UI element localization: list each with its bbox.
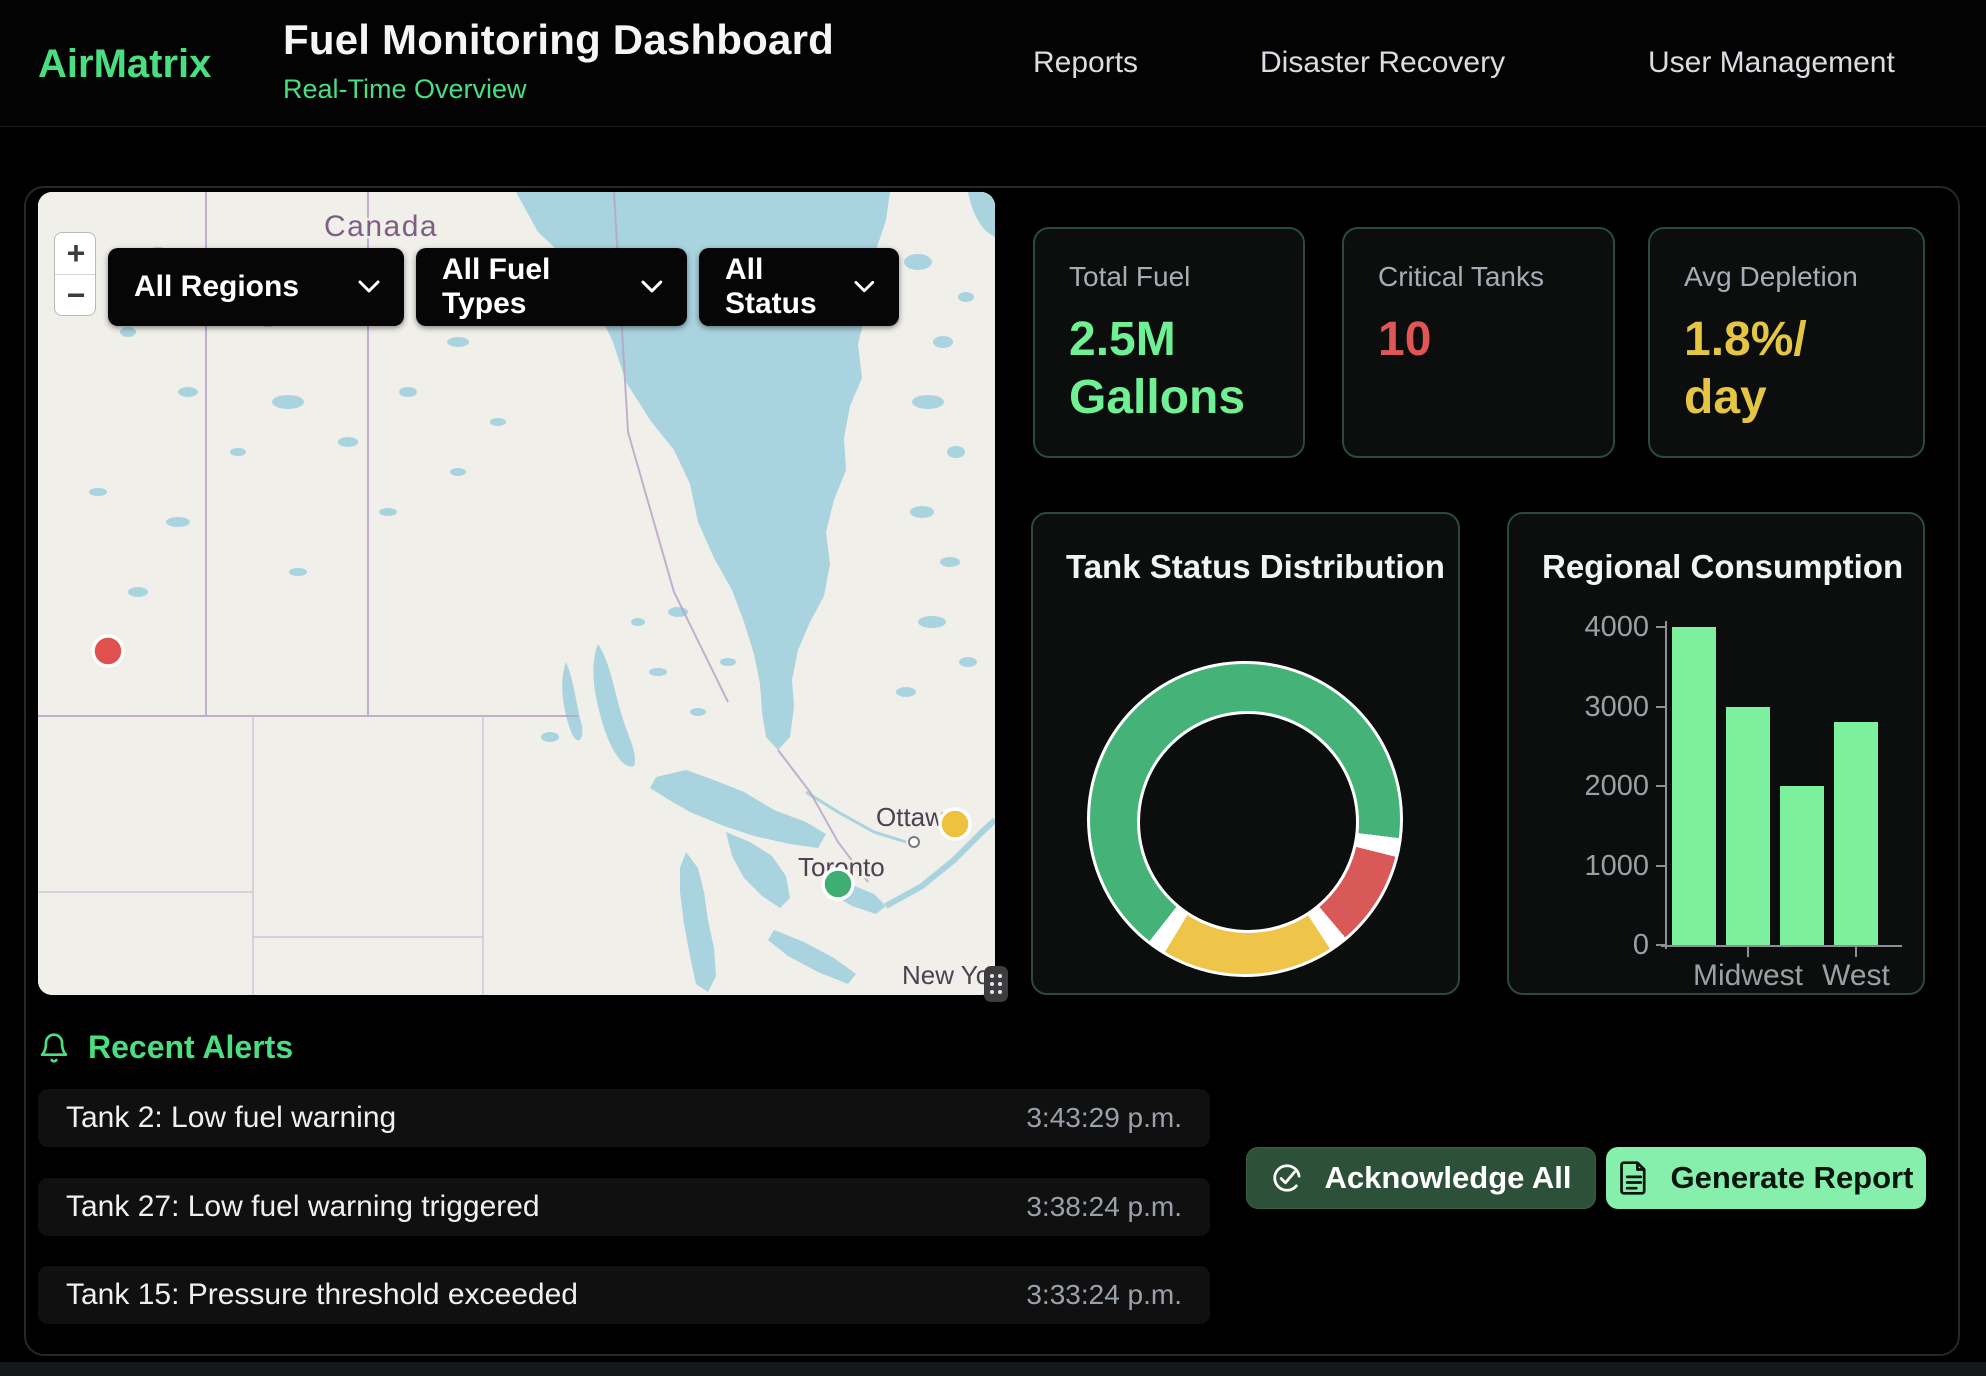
tank-marker-normal[interactable] <box>823 869 853 899</box>
kpi-avg-depletion: Avg Depletion 1.8%/day <box>1648 227 1925 458</box>
tank-marker-warning[interactable] <box>940 809 970 839</box>
tank-status-chart-card: Tank Status Distribution <box>1031 512 1460 995</box>
generate-report-label: Generate Report <box>1671 1160 1914 1196</box>
acknowledge-all-label: Acknowledge All <box>1325 1160 1572 1196</box>
kpi-value: 2.5MGallons <box>1069 311 1269 427</box>
fuel-type-filter-value: All Fuel Types <box>442 253 641 321</box>
alert-text: Tank 15: Pressure threshold exceeded <box>66 1278 578 1312</box>
alert-list-item[interactable]: Tank 15: Pressure threshold exceeded 3:3… <box>38 1266 1210 1324</box>
nav-disaster-recovery[interactable]: Disaster Recovery <box>1260 46 1505 80</box>
bar-West <box>1834 722 1878 945</box>
map-zoom-control: + − <box>54 232 96 316</box>
alerts-header: Recent Alerts <box>38 1029 293 1066</box>
file-text-icon <box>1619 1161 1649 1195</box>
kpi-value: 1.8%/day <box>1684 311 1889 427</box>
kpi-total-fuel: Total Fuel 2.5MGallons <box>1033 227 1305 458</box>
generate-report-button[interactable]: Generate Report <box>1606 1147 1926 1209</box>
y-axis-tick-label: 2000 <box>1511 770 1649 803</box>
bell-icon <box>38 1032 70 1064</box>
alerts-section-title: Recent Alerts <box>88 1029 293 1066</box>
y-axis-tick-label: 1000 <box>1511 850 1649 883</box>
map-zoom-in-button[interactable]: + <box>55 233 96 274</box>
donut-hole <box>1137 711 1359 933</box>
check-circle-icon <box>1271 1162 1303 1194</box>
chevron-down-icon <box>358 280 380 294</box>
x-axis-tick-label: West <box>1796 959 1916 993</box>
alert-list-item[interactable]: Tank 2: Low fuel warning 3:43:29 p.m. <box>38 1089 1210 1147</box>
bar-series-0 <box>1672 627 1716 945</box>
kpi-label: Avg Depletion <box>1684 261 1889 293</box>
app-logo: AirMatrix <box>38 42 211 87</box>
fuel-type-filter-select[interactable]: All Fuel Types <box>416 248 687 326</box>
map-place-label: New York <box>902 960 995 990</box>
region-filter-value: All Regions <box>134 270 299 304</box>
bar-Midwest <box>1726 707 1770 946</box>
alert-text: Tank 2: Low fuel warning <box>66 1101 396 1135</box>
kpi-critical-tanks: Critical Tanks 10 <box>1342 227 1615 458</box>
status-filter-select[interactable]: All Status <box>699 248 899 326</box>
alert-timestamp: 3:38:24 p.m. <box>1026 1191 1182 1223</box>
ottawa-town-dot <box>909 837 919 847</box>
page-title: Fuel Monitoring Dashboard <box>283 16 834 64</box>
map-filter-bar: All Regions All Fuel Types All Status <box>108 248 899 326</box>
regional-consumption-bar-chart: 0 1000 2000 3000 4000 MidwestWest <box>1509 514 1927 997</box>
status-filter-value: All Status <box>725 253 854 321</box>
bar-series-2 <box>1780 786 1824 945</box>
kpi-label: Total Fuel <box>1069 261 1269 293</box>
tank-marker-critical[interactable] <box>93 636 123 666</box>
y-axis-tick-label: 0 <box>1511 929 1649 962</box>
chart-title: Tank Status Distribution <box>1066 548 1445 586</box>
title-block: Fuel Monitoring Dashboard Real-Time Over… <box>283 16 834 105</box>
alert-timestamp: 3:33:24 p.m. <box>1026 1279 1182 1311</box>
app-header: AirMatrix Fuel Monitoring Dashboard Real… <box>0 0 1986 127</box>
map-zoom-out-button[interactable]: − <box>55 274 96 315</box>
y-axis-tick-label: 3000 <box>1511 691 1649 724</box>
alert-text: Tank 27: Low fuel warning triggered <box>66 1190 540 1224</box>
map-drag-handle-icon[interactable] <box>984 966 1008 1002</box>
bottom-bar <box>0 1362 1986 1376</box>
kpi-label: Critical Tanks <box>1378 261 1579 293</box>
fuel-map[interactable]: CanadaOttawaTorontoNew York + − All Regi… <box>38 192 995 995</box>
alert-list-item[interactable]: Tank 27: Low fuel warning triggered 3:38… <box>38 1178 1210 1236</box>
nav-reports[interactable]: Reports <box>1033 46 1138 80</box>
acknowledge-all-button[interactable]: Acknowledge All <box>1246 1147 1596 1209</box>
page-subtitle: Real-Time Overview <box>283 74 834 105</box>
chevron-down-icon <box>641 280 663 294</box>
nav-user-management[interactable]: User Management <box>1648 46 1895 80</box>
tank-status-donut-chart <box>1087 661 1403 977</box>
x-axis-tick-label: Midwest <box>1688 959 1808 993</box>
y-axis-tick-label: 4000 <box>1511 611 1649 644</box>
kpi-value: 10 <box>1378 311 1579 369</box>
region-filter-select[interactable]: All Regions <box>108 248 404 326</box>
regional-consumption-chart-card: Regional Consumption 01000200030004000Mi… <box>1507 512 1925 995</box>
chevron-down-icon <box>854 280 875 294</box>
map-place-label: Canada <box>324 210 438 243</box>
alert-timestamp: 3:43:29 p.m. <box>1026 1102 1182 1134</box>
